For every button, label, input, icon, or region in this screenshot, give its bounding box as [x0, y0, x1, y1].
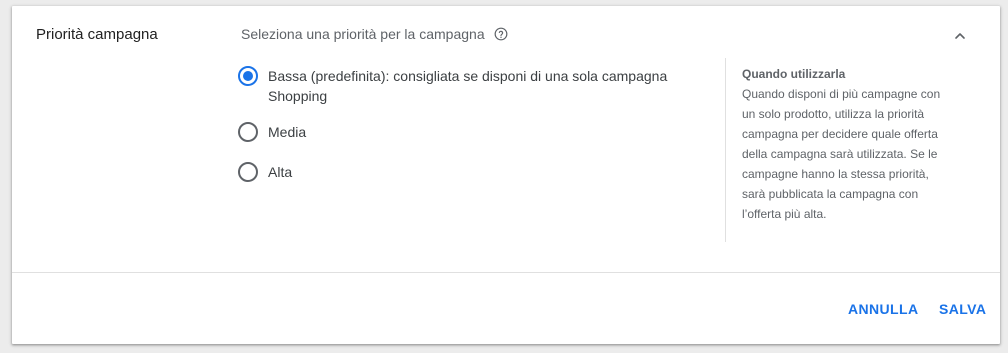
radio-low[interactable] [238, 66, 258, 86]
option-label-medium: Media [268, 124, 307, 140]
help-panel: Quando utilizzarla Quando disponi di più… [742, 64, 954, 224]
campaign-priority-card: Priorità campagna Seleziona una priorità… [12, 6, 1000, 344]
radio-high[interactable] [238, 162, 258, 182]
section-title: Priorità campagna [36, 26, 158, 43]
help-panel-body: Quando disponi di più campagne con un so… [742, 87, 941, 221]
vertical-divider [725, 58, 726, 242]
subtitle-text: Seleziona una priorità per la campagna [241, 26, 485, 42]
section-subtitle: Seleziona una priorità per la campagna [241, 26, 508, 42]
priority-option-high[interactable]: Alta [238, 162, 688, 182]
option-label-low: Bassa (predefinita): consigliata se disp… [268, 68, 668, 104]
cancel-button[interactable]: ANNULLA [848, 301, 918, 317]
save-button[interactable]: SALVA [939, 301, 986, 317]
footer-divider [12, 272, 1000, 273]
priority-option-medium[interactable]: Media [238, 122, 688, 142]
chevron-up-icon [955, 33, 965, 39]
collapse-button[interactable] [948, 24, 972, 48]
priority-option-low[interactable]: Bassa (predefinita): consigliata se disp… [238, 66, 688, 106]
help-panel-title: Quando utilizzarla [742, 67, 846, 81]
help-circle-icon[interactable] [494, 27, 508, 41]
option-label-high: Alta [268, 164, 293, 180]
radio-medium[interactable] [238, 122, 258, 142]
